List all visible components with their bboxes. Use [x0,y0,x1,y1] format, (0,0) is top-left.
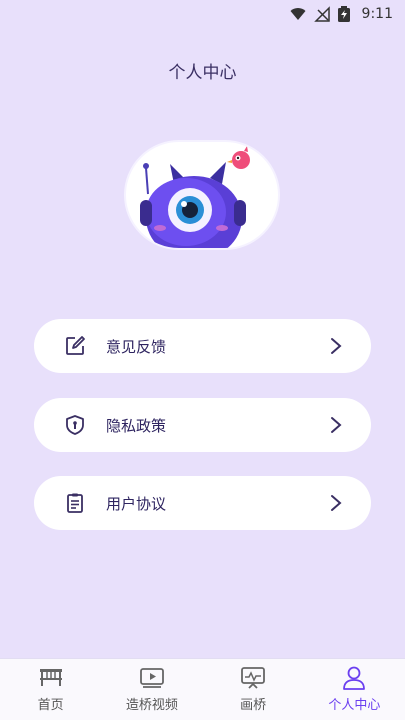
shield-icon [64,414,86,436]
menu-item-label: 意见反馈 [106,337,167,356]
avatar [124,140,280,250]
monitor-icon [240,666,266,690]
menu-item-privacy[interactable]: 隐私政策 [34,398,371,452]
tab-label: 首页 [37,698,64,713]
status-time: 9:11 [361,6,393,22]
wifi-icon [290,6,306,22]
user-icon [341,666,367,690]
mascot-illustration [140,146,250,248]
no-signal-icon [313,6,330,22]
status-bar: 9:11 [0,0,405,28]
bottom-tab-bar: 首页 造桥视频 画桥 个人中心 [0,658,405,720]
page-title: 个人中心 [168,63,237,83]
menu-item-label: 用户协议 [106,494,167,513]
tab-profile[interactable]: 个人中心 [304,659,405,720]
tab-video[interactable]: 造桥视频 [101,659,202,720]
tab-draw-bridge[interactable]: 画桥 [203,659,304,720]
tab-label: 造桥视频 [125,698,178,713]
clipboard-icon [64,492,86,514]
menu-item-feedback[interactable]: 意见反馈 [34,319,371,373]
tab-home[interactable]: 首页 [0,659,101,720]
tab-label: 个人中心 [328,698,381,713]
edit-icon [64,335,86,357]
battery-icon [337,6,354,22]
home-icon [38,666,64,690]
menu-item-user-agreement[interactable]: 用户协议 [34,476,371,530]
chevron-right-icon [329,416,343,434]
tab-label: 画桥 [240,698,267,713]
menu-item-label: 隐私政策 [106,416,167,435]
chevron-right-icon [329,494,343,512]
chevron-right-icon [329,337,343,355]
video-icon [139,666,165,690]
